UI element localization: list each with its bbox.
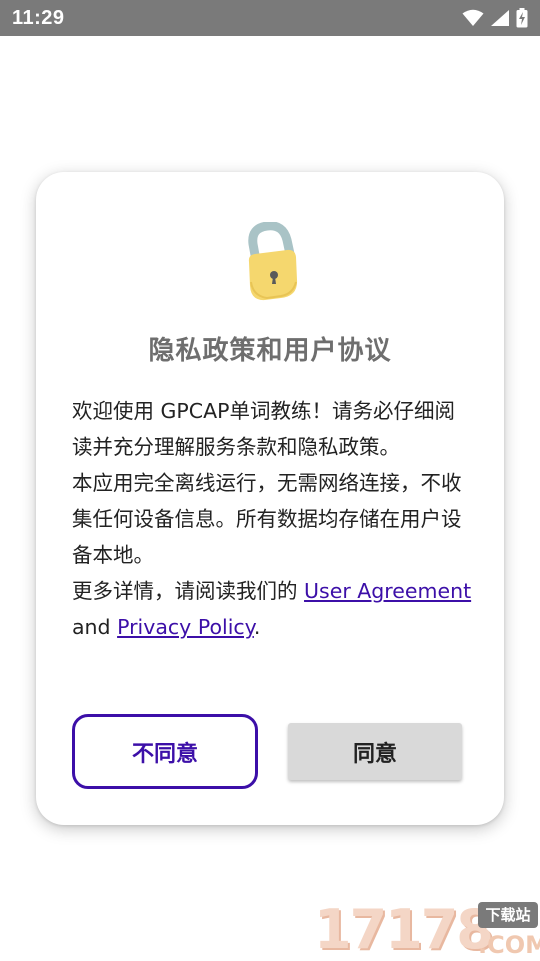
offline-paragraph: 本应用完全离线运行，无需网络连接，不收集任何设备信息。所有数据均存储在用户设备本… (72, 471, 462, 567)
decline-button[interactable]: 不同意 (72, 714, 258, 789)
user-agreement-link[interactable]: User Agreement (304, 579, 471, 603)
details-prefix: 更多详情，请阅读我们的 (72, 579, 305, 603)
decline-button-label: 不同意 (131, 741, 198, 767)
lock-icon (248, 222, 298, 301)
intro-paragraph: 欢迎使用 GPCAP单词教练！请务必仔细阅读并充分理解服务条款和隐私政策。 (72, 399, 455, 459)
privacy-policy-link[interactable]: Privacy Policy (117, 615, 254, 639)
agree-button[interactable]: 同意 (288, 723, 462, 780)
watermark-domain: .COM (478, 931, 540, 959)
dialog-body: 欢迎使用 GPCAP单词教练！请务必仔细阅读并充分理解服务条款和隐私政策。 本应… (72, 393, 472, 645)
watermark-digits: 17178 (314, 898, 494, 961)
status-bar: 11:29 (0, 0, 540, 36)
and-text: and (72, 615, 118, 639)
site-watermark: 17178 下载站 .COM (314, 900, 540, 960)
details-paragraph: 更多详情，请阅读我们的 User Agreement and Privacy P… (72, 573, 472, 645)
battery-charging-icon (516, 8, 528, 28)
wifi-icon (462, 9, 484, 26)
cell-signal-icon (491, 10, 509, 26)
status-time: 11:29 (12, 6, 65, 29)
period-text: . (253, 615, 261, 639)
watermark-tag: 下载站 (478, 902, 538, 928)
agree-button-label: 同意 (352, 741, 397, 767)
status-icons (462, 8, 528, 28)
dialog-title: 隐私政策和用户协议 (148, 336, 392, 366)
